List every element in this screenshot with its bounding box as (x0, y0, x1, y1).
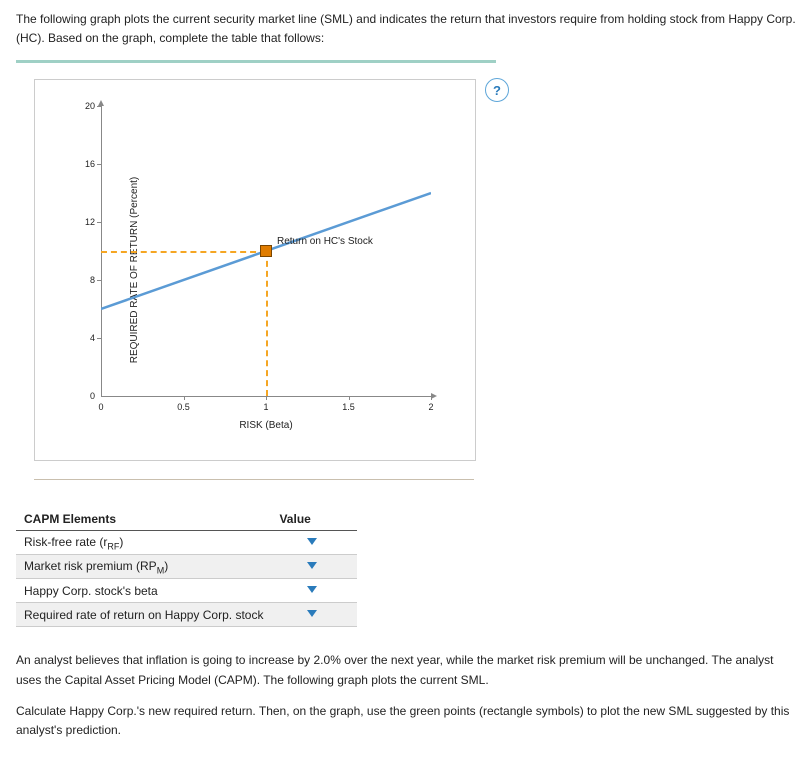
table-row: Required rate of return on Happy Corp. s… (16, 603, 357, 627)
y-tick-label: 20 (85, 101, 95, 111)
table-row: Happy Corp. stock's beta (16, 579, 357, 603)
table-row: Risk-free rate (rRF) (16, 531, 357, 555)
x-tick-label: 1 (263, 402, 268, 412)
divider-thin (34, 479, 474, 480)
dashed-vertical (266, 251, 268, 396)
value-dropdown[interactable] (279, 534, 319, 548)
row-label: Required rate of return on Happy Corp. s… (16, 603, 271, 627)
table-row: Market risk premium (RPM) (16, 555, 357, 579)
hc-stock-marker[interactable] (260, 245, 272, 257)
hc-stock-annotation: Return on HC's Stock (277, 236, 373, 247)
followup-text-1: An analyst believes that inflation is go… (16, 651, 796, 689)
row-label: Market risk premium (RPM) (16, 555, 271, 579)
dashed-horizontal (101, 251, 266, 253)
col-header-elements: CAPM Elements (16, 508, 271, 531)
intro-text: The following graph plots the current se… (16, 10, 796, 48)
followup-text-2: Calculate Happy Corp.'s new required ret… (16, 702, 796, 740)
x-axis-label: RISK (Beta) (101, 420, 431, 431)
value-dropdown[interactable] (279, 558, 319, 572)
help-icon[interactable]: ? (485, 78, 509, 102)
capm-table: CAPM Elements Value Risk-free rate (rRF)… (16, 508, 357, 627)
y-tick-label: 16 (85, 159, 95, 169)
x-tick-label: 2 (428, 402, 433, 412)
plot-area: 20 16 12 8 4 0 0 0.5 1 1.5 2 Return on H… (101, 106, 431, 396)
y-tick-label: 0 (90, 391, 95, 401)
row-label: Happy Corp. stock's beta (16, 579, 271, 603)
y-tick-label: 12 (85, 217, 95, 227)
row-label: Risk-free rate (rRF) (16, 531, 271, 555)
x-tick-label: 0.5 (177, 402, 190, 412)
col-header-value: Value (271, 508, 357, 531)
value-dropdown[interactable] (279, 606, 319, 620)
sml-chart: ? REQUIRED RATE OF RETURN (Percent) RISK… (34, 79, 476, 461)
value-dropdown[interactable] (279, 582, 319, 596)
x-tick-label: 1.5 (342, 402, 355, 412)
divider-accent (16, 60, 496, 63)
y-tick-label: 8 (90, 275, 95, 285)
x-tick-label: 0 (98, 402, 103, 412)
y-tick-label: 4 (90, 333, 95, 343)
